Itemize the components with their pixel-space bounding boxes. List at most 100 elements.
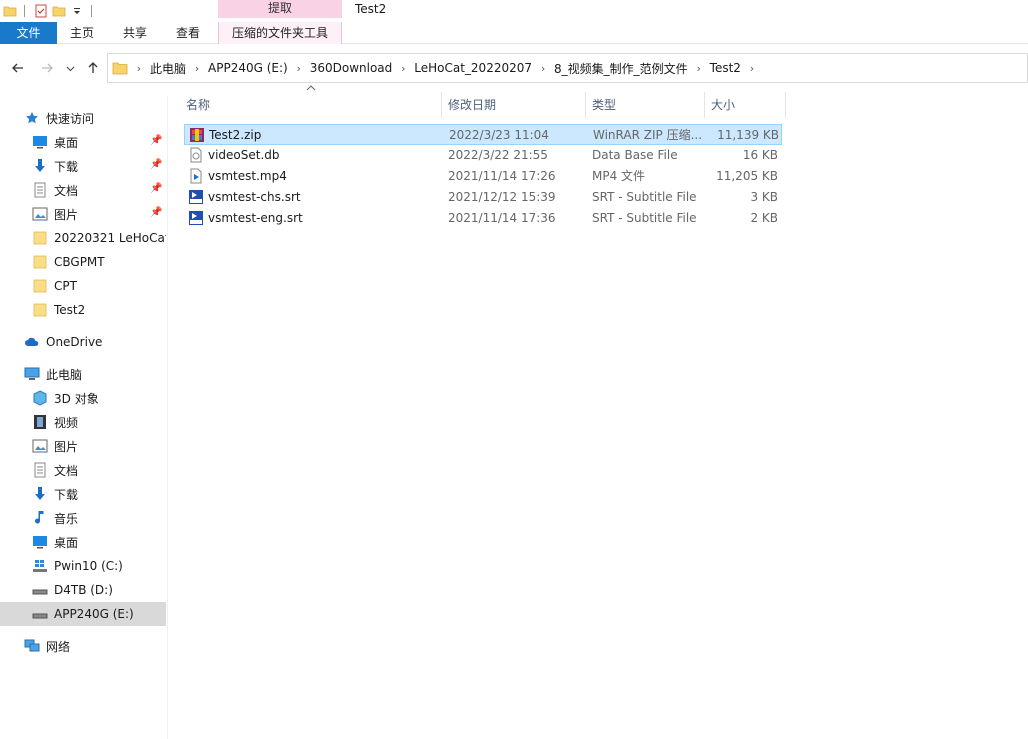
nav-3d-objects[interactable]: 3D 对象 bbox=[0, 386, 166, 410]
nav-label: Pwin10 (C:) bbox=[54, 559, 123, 573]
file-row[interactable]: vsmtest-chs.srt 2021/12/12 15:39 SRT - S… bbox=[184, 187, 782, 208]
chevron-down-icon bbox=[66, 66, 74, 71]
recent-locations-button[interactable] bbox=[63, 58, 77, 78]
file-size: 11,205 KB bbox=[716, 169, 778, 183]
breadcrumb-360download[interactable]: 360Download bbox=[310, 61, 393, 75]
file-name: vsmtest-chs.srt bbox=[208, 190, 301, 204]
nav-label: Test2 bbox=[54, 303, 86, 317]
folder-icon[interactable] bbox=[2, 3, 18, 19]
document-icon bbox=[32, 462, 48, 478]
nav-folder-test2[interactable]: Test2 bbox=[0, 298, 166, 322]
pin-icon[interactable]: 📌 bbox=[150, 135, 162, 149]
nav-downloads-pinned[interactable]: 下载 📌 bbox=[0, 154, 166, 178]
toolbar-separator bbox=[91, 5, 92, 17]
file-date: 2022/3/22 21:55 bbox=[448, 148, 548, 162]
nav-desktop-pinned[interactable]: 桌面 📌 bbox=[0, 130, 166, 154]
nav-drive-c[interactable]: Pwin10 (C:) bbox=[0, 554, 166, 578]
file-type: MP4 文件 bbox=[592, 169, 646, 183]
navigation-pane: 快速访问 桌面 📌 下载 📌 文档 📌 图片 📌 20220321 LeHoCa… bbox=[0, 96, 168, 739]
file-size: 2 KB bbox=[750, 211, 778, 225]
up-button[interactable] bbox=[84, 58, 102, 78]
breadcrumb-sample-files[interactable]: 8_视频集_制作_范例文件 bbox=[554, 60, 688, 77]
nav-videos[interactable]: 视频 bbox=[0, 410, 166, 434]
nav-label: 视频 bbox=[54, 415, 79, 430]
file-name: vsmtest.mp4 bbox=[208, 169, 287, 183]
nav-folder-cbgpmt[interactable]: CBGPMT bbox=[0, 250, 166, 274]
breadcrumb-test2[interactable]: Test2 bbox=[710, 61, 741, 75]
nav-documents-pinned[interactable]: 文档 📌 bbox=[0, 178, 166, 202]
breadcrumb-this-pc[interactable]: 此电脑 bbox=[150, 60, 186, 77]
chevron-right-icon[interactable]: › bbox=[288, 62, 310, 75]
quick-access-toolbar bbox=[0, 0, 98, 22]
computer-icon bbox=[24, 366, 40, 382]
chevron-right-icon[interactable]: › bbox=[741, 62, 763, 75]
address-row: › 此电脑 › APP240G (E:) › 360Download › LeH… bbox=[0, 52, 1028, 84]
nav-desktop[interactable]: 桌面 bbox=[0, 530, 166, 554]
properties-icon[interactable] bbox=[33, 3, 49, 19]
tab-view[interactable]: 查看 bbox=[169, 22, 207, 44]
nav-label: CBGPMT bbox=[54, 255, 105, 269]
file-row[interactable]: videoSet.db 2022/3/22 21:55 Data Base Fi… bbox=[184, 145, 782, 166]
breadcrumb-drive-e[interactable]: APP240G (E:) bbox=[208, 61, 288, 75]
chevron-right-icon[interactable]: › bbox=[688, 62, 710, 75]
file-size: 16 KB bbox=[742, 148, 778, 162]
nav-label: 图片 bbox=[54, 439, 79, 454]
new-folder-icon[interactable] bbox=[51, 3, 67, 19]
nav-folder-cpt[interactable]: CPT bbox=[0, 274, 166, 298]
nav-label: APP240G (E:) bbox=[54, 607, 134, 621]
nav-downloads[interactable]: 下载 bbox=[0, 482, 166, 506]
column-header-date[interactable]: 修改日期 bbox=[442, 92, 586, 118]
chevron-right-icon[interactable]: › bbox=[186, 62, 208, 75]
tab-compressed-folder-tools[interactable]: 压缩的文件夹工具 bbox=[218, 22, 342, 44]
file-type: SRT - Subtitle File bbox=[592, 211, 697, 225]
file-name: Test2.zip bbox=[209, 128, 262, 142]
breadcrumb-lehocat[interactable]: LeHoCat_20220207 bbox=[414, 61, 532, 75]
file-name: videoSet.db bbox=[208, 148, 280, 162]
file-row[interactable]: vsmtest-eng.srt 2021/11/14 17:36 SRT - S… bbox=[184, 208, 782, 229]
forward-button[interactable] bbox=[38, 58, 56, 78]
file-row[interactable]: Test2.zip 2022/3/23 11:04 WinRAR ZIP 压缩.… bbox=[184, 124, 782, 145]
pin-icon[interactable]: 📌 bbox=[150, 207, 162, 221]
nav-folder-20220321[interactable]: 20220321 LeHoCat bbox=[0, 226, 166, 250]
address-bar[interactable]: › 此电脑 › APP240G (E:) › 360Download › LeH… bbox=[107, 53, 1028, 83]
nav-music[interactable]: 音乐 bbox=[0, 506, 166, 530]
nav-drive-e[interactable]: APP240G (E:) bbox=[0, 602, 166, 626]
chevron-right-icon[interactable]: › bbox=[532, 62, 554, 75]
column-header-type[interactable]: 类型 bbox=[586, 92, 705, 118]
column-header-size[interactable]: 大小 bbox=[705, 92, 786, 118]
tab-home[interactable]: 主页 bbox=[63, 22, 101, 44]
customize-toolbar-icon[interactable] bbox=[69, 3, 85, 19]
download-arrow-icon bbox=[32, 486, 48, 502]
column-header-name[interactable]: 名称 bbox=[180, 92, 442, 118]
chevron-right-icon[interactable]: › bbox=[392, 62, 414, 75]
star-icon bbox=[24, 110, 40, 126]
file-type: WinRAR ZIP 压缩... bbox=[593, 128, 703, 142]
chevron-right-icon: › bbox=[136, 61, 142, 75]
folder-icon bbox=[32, 254, 48, 270]
nav-quick-access[interactable]: 快速访问 bbox=[0, 106, 166, 130]
nav-label: 3D 对象 bbox=[54, 391, 99, 406]
nav-pictures-pinned[interactable]: 图片 📌 bbox=[0, 202, 166, 226]
nav-drive-d[interactable]: D4TB (D:) bbox=[0, 578, 166, 602]
back-button[interactable] bbox=[9, 58, 27, 78]
tab-share[interactable]: 共享 bbox=[116, 22, 154, 44]
context-tab-header: 提取 bbox=[218, 0, 342, 18]
nav-label: 网络 bbox=[46, 639, 71, 654]
nav-documents[interactable]: 文档 bbox=[0, 458, 166, 482]
pin-icon[interactable]: 📌 bbox=[150, 159, 162, 173]
nav-network[interactable]: 网络 bbox=[0, 634, 166, 658]
ribbon-tabs: 文件 主页 共享 查看 压缩的文件夹工具 bbox=[0, 22, 1028, 44]
tab-file[interactable]: 文件 bbox=[0, 22, 57, 44]
title-bar: 提取 Test2 bbox=[0, 0, 1028, 22]
nav-label: 20220321 LeHoCat bbox=[54, 231, 166, 245]
nav-this-pc[interactable]: 此电脑 bbox=[0, 362, 166, 386]
nav-pictures[interactable]: 图片 bbox=[0, 434, 166, 458]
desktop-icon bbox=[32, 534, 48, 550]
file-row[interactable]: vsmtest.mp4 2021/11/14 17:26 MP4 文件 11,2… bbox=[184, 166, 782, 187]
nav-label: 快速访问 bbox=[46, 111, 95, 126]
nav-label: 文档 bbox=[54, 183, 79, 198]
nav-label: 图片 bbox=[54, 207, 79, 222]
nav-onedrive[interactable]: OneDrive bbox=[0, 330, 166, 354]
nav-label: 下载 bbox=[54, 487, 79, 502]
pin-icon[interactable]: 📌 bbox=[150, 183, 162, 197]
